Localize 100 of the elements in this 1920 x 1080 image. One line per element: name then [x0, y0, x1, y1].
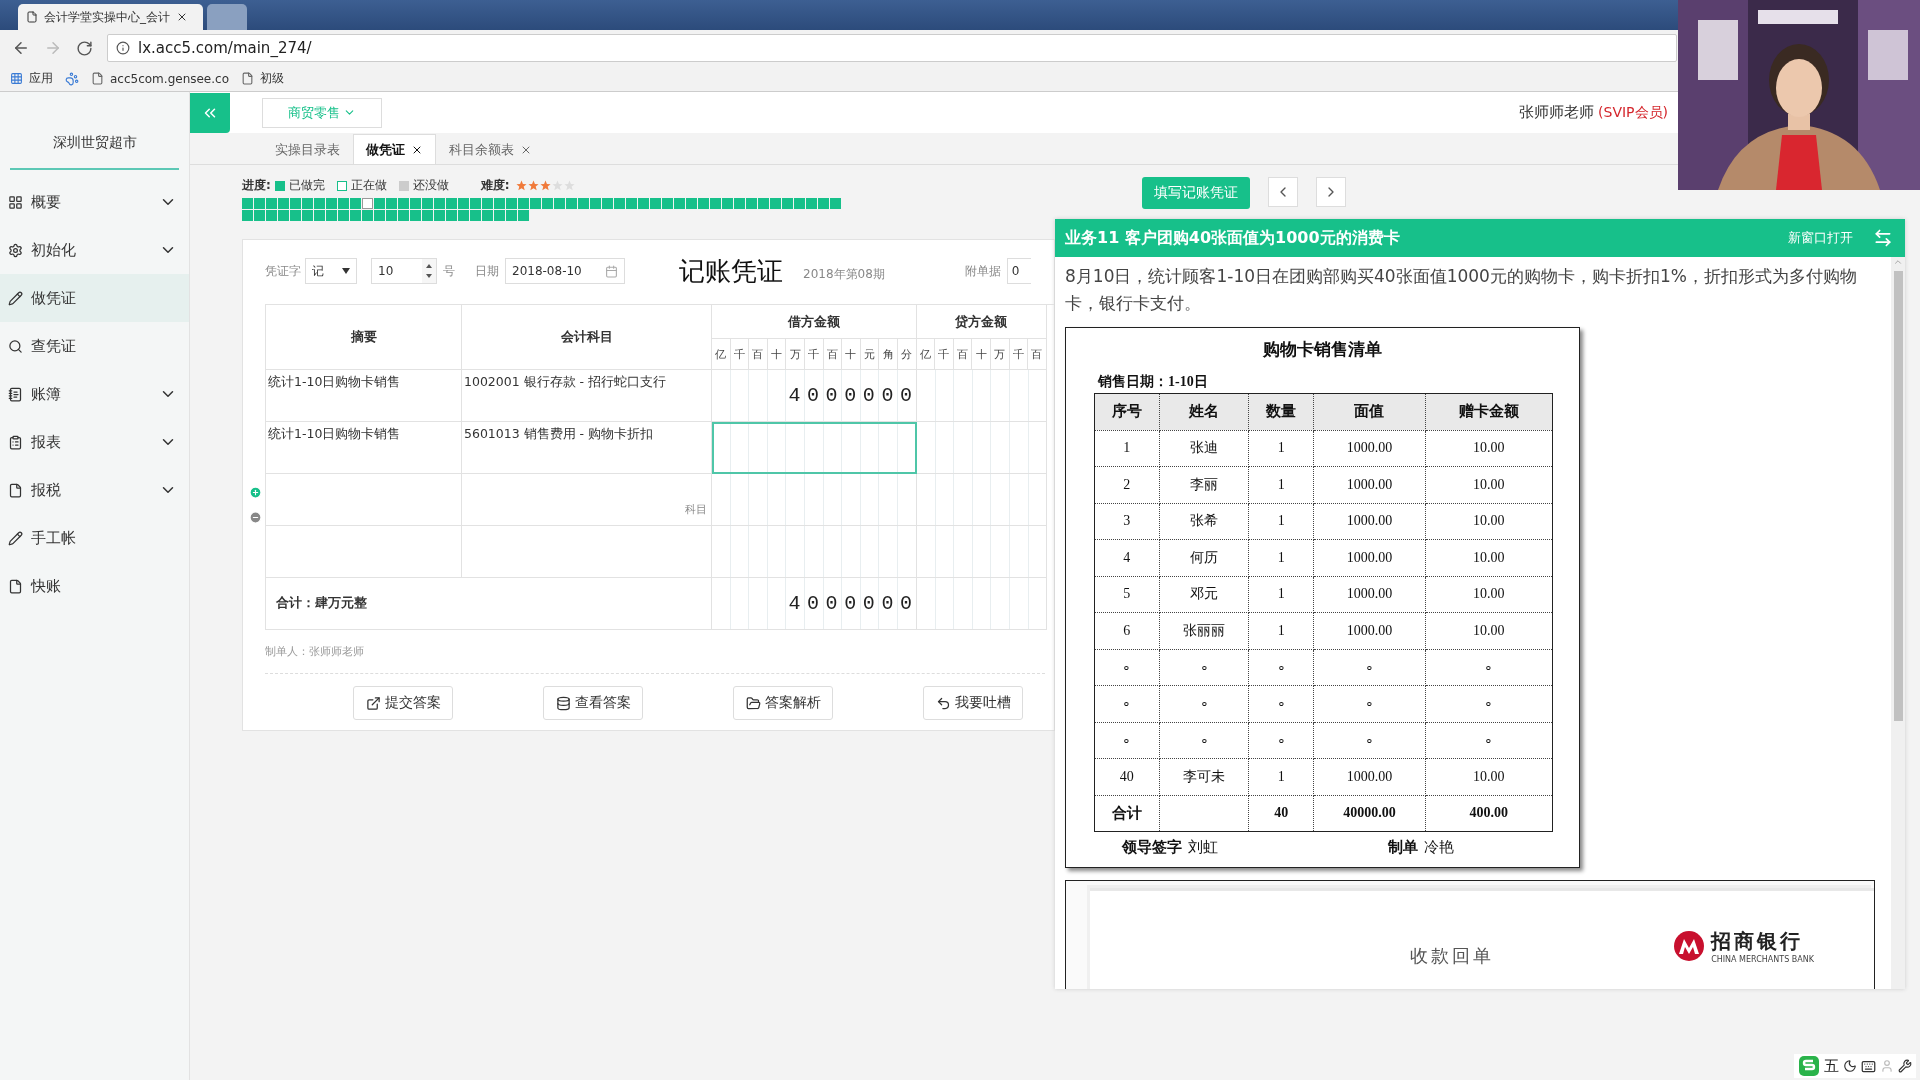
table-cell: 40000.00 — [1313, 795, 1426, 832]
sidebar-item[interactable]: 快账 — [0, 562, 189, 610]
table-cell: 张希 — [1159, 503, 1249, 540]
number-field[interactable]: 10 — [371, 258, 437, 284]
apps-grid-icon — [10, 72, 23, 85]
table-cell: ∘ — [1425, 649, 1553, 686]
bookmark-link[interactable]: acc5com.gensee.co — [110, 71, 229, 86]
unit-label: 亿 — [712, 339, 731, 369]
sidebar-item[interactable]: 账簿 — [0, 370, 189, 418]
spinner-arrows-icon[interactable] — [422, 259, 436, 283]
wrench-icon[interactable] — [1898, 1059, 1912, 1073]
credit-cell[interactable] — [916, 370, 1047, 422]
legend-label: 正在做 — [350, 177, 387, 194]
credit-cell[interactable] — [916, 474, 1047, 526]
table-cell: 3 — [1094, 503, 1160, 540]
credit-cell[interactable] — [916, 422, 1047, 474]
account-cell[interactable]: 5601013 销售费用 - 购物卡折扣 — [462, 422, 712, 474]
sidebar-item[interactable]: 报表 — [0, 418, 189, 466]
task-square[interactable] — [362, 198, 373, 209]
bookmark-link[interactable]: 应用 — [29, 70, 53, 87]
page-tab[interactable]: 实操目录表 — [262, 134, 353, 164]
debit-cell[interactable] — [712, 422, 917, 474]
action-button[interactable]: 查看答案 — [543, 686, 643, 720]
page-icon — [241, 72, 254, 85]
unit-label: 百 — [953, 339, 973, 369]
debit-cell[interactable]: 4000000 — [712, 370, 917, 422]
moon-icon[interactable] — [1843, 1059, 1857, 1073]
table-header: 序号 — [1094, 393, 1160, 430]
debit-cell[interactable] — [712, 526, 917, 578]
table-cell: 10.00 — [1425, 430, 1553, 467]
sidebar-item[interactable]: 概要 — [0, 178, 189, 226]
summary-cell[interactable]: 统计1-10日购物卡销售 — [266, 370, 462, 422]
debit-cell[interactable] — [712, 474, 917, 526]
table-cell: 1 — [1248, 758, 1314, 795]
table-cell: ∘ — [1094, 649, 1160, 686]
caret-down-icon — [342, 268, 350, 274]
external-link-icon — [365, 695, 381, 711]
sidebar-item[interactable]: 初始化 — [0, 226, 189, 274]
account-cell[interactable]: 1002001 银行存款 - 招行蛇口支行 — [462, 370, 712, 422]
input-mode-label[interactable]: 五 — [1824, 1056, 1839, 1076]
star-icon — [551, 180, 563, 191]
action-button[interactable]: 我要吐槽 — [923, 686, 1023, 720]
maker-label: 制单人：张师师老师 — [265, 644, 365, 659]
swap-icon[interactable] — [1873, 228, 1893, 248]
add-row-icon[interactable] — [249, 486, 262, 499]
collapse-button[interactable] — [190, 92, 230, 133]
legend-swatch-icon — [336, 180, 347, 191]
reply-arrow-icon — [935, 695, 951, 711]
voucher-type-select[interactable]: 记 — [305, 258, 357, 284]
table-cell: 1000.00 — [1313, 466, 1426, 503]
summary-cell[interactable] — [266, 474, 462, 526]
unit-label: 万 — [786, 339, 805, 369]
keyboard-icon[interactable] — [1861, 1058, 1876, 1074]
browser-tab[interactable]: 会计学堂实操中心_会计 — [18, 4, 203, 30]
column-header: 会计科目 — [462, 305, 712, 370]
document-icon — [8, 578, 23, 594]
sidebar-item[interactable]: 报税 — [0, 466, 189, 514]
action-button[interactable]: 答案解析 — [733, 686, 833, 720]
sale-date: 销售日期：1-10日 — [1098, 373, 1209, 391]
attachments-field[interactable]: 0 — [1006, 258, 1031, 284]
sidebar-item[interactable]: 查凭证 — [0, 322, 189, 370]
next-button[interactable] — [1316, 177, 1346, 207]
table-cell: 6 — [1094, 612, 1160, 649]
table-cell: 40 — [1248, 795, 1314, 832]
close-icon[interactable] — [176, 11, 188, 23]
bookmark-link[interactable]: 初级 — [260, 70, 284, 87]
account-cell[interactable]: 科目 — [462, 474, 712, 526]
star-icon — [527, 180, 539, 191]
table-cell: ∘ — [1425, 722, 1553, 759]
account-cell[interactable] — [462, 526, 712, 578]
page-tab[interactable]: 做凭证 — [353, 134, 436, 164]
previous-button[interactable] — [1268, 177, 1298, 207]
action-button[interactable]: 提交答案 — [353, 686, 453, 720]
signature-label: 领导签字 — [1122, 838, 1182, 857]
address-field[interactable]: lx.acc5.com/main_274/ — [107, 34, 1677, 62]
sidebar-item[interactable]: 做凭证 — [0, 274, 189, 322]
credit-cell[interactable] — [916, 526, 1047, 578]
scroll-up-icon[interactable] — [1893, 257, 1903, 267]
summary-cell[interactable] — [266, 526, 462, 578]
bank-logo-icon — [1673, 930, 1706, 962]
summary-cell[interactable]: 统计1-10日购物卡销售 — [266, 422, 462, 474]
forward-arrow-icon[interactable] — [44, 39, 62, 57]
unit-label: 百 — [1028, 339, 1047, 369]
scrollbar-thumb[interactable] — [1893, 271, 1903, 721]
table-cell: ∘ — [1248, 685, 1314, 722]
table-cell: ∘ — [1159, 649, 1249, 686]
browser-tab[interactable] — [207, 4, 247, 30]
table-header: 姓名 — [1159, 393, 1249, 430]
remove-row-icon[interactable] — [249, 511, 262, 524]
reload-icon[interactable] — [76, 39, 93, 57]
unit-label: 十 — [767, 339, 787, 369]
table-cell: 400.00 — [1425, 795, 1553, 832]
date-field[interactable]: 2018-08-10 — [505, 258, 625, 284]
table-cell: 1 — [1248, 430, 1314, 467]
member-label: (SVIP会员) — [1598, 103, 1668, 122]
table-cell: 张丽丽 — [1159, 612, 1249, 649]
page-tab[interactable]: 科目余额表 — [436, 134, 545, 164]
table-cell: 1 — [1094, 430, 1160, 467]
paw-icon[interactable] — [65, 71, 79, 86]
sidebar-item[interactable]: 手工帐 — [0, 514, 189, 562]
